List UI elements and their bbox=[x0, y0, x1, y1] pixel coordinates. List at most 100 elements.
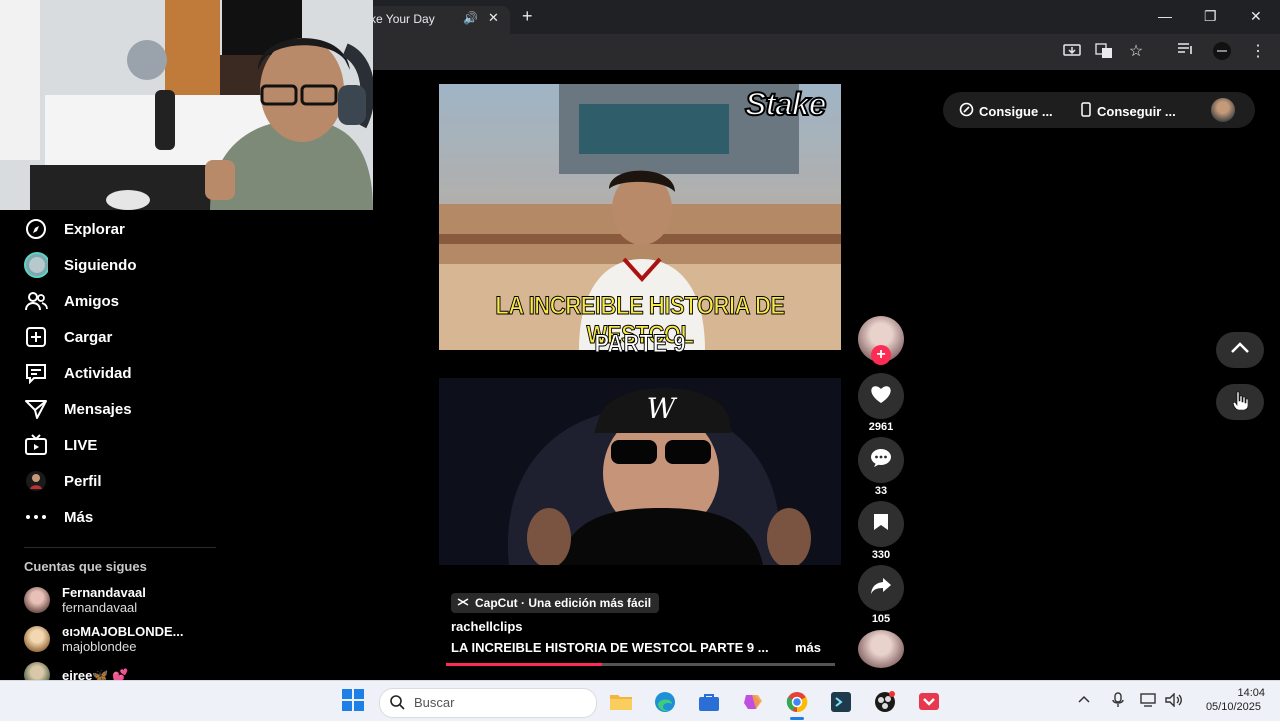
sidebar-divider bbox=[24, 547, 216, 548]
following-avatar-icon bbox=[24, 252, 48, 278]
minimize-button[interactable]: — bbox=[1158, 8, 1172, 24]
progress-fill bbox=[446, 663, 602, 666]
windows-taskbar: Buscar 14:04 05/10/2025 bbox=[0, 680, 1280, 721]
save-button[interactable] bbox=[858, 501, 904, 547]
microphone-icon[interactable] bbox=[1112, 692, 1124, 713]
heart-icon bbox=[870, 384, 892, 409]
share-button[interactable] bbox=[858, 565, 904, 611]
phone-icon bbox=[1081, 102, 1091, 120]
account-handle: majoblondee bbox=[62, 639, 137, 654]
sidebar-item-label: Cargar bbox=[64, 328, 113, 346]
get-app-button[interactable]: Conseguir ... bbox=[1081, 102, 1176, 120]
comment-button[interactable] bbox=[858, 437, 904, 483]
account-name: Fernandavaal bbox=[62, 585, 146, 600]
system-tray-chevron-icon[interactable] bbox=[1078, 691, 1090, 706]
more-dots-icon bbox=[24, 505, 48, 529]
svg-text:W: W bbox=[647, 392, 678, 425]
account-item[interactable]: Fernandavaal fernandavaal bbox=[24, 585, 146, 615]
live-icon bbox=[24, 433, 48, 457]
kebab-menu-icon[interactable]: ⋮ bbox=[1248, 41, 1268, 60]
sidebar-item-explorar[interactable]: Explorar bbox=[24, 214, 224, 244]
volume-icon[interactable] bbox=[1165, 692, 1183, 712]
more-link[interactable]: más bbox=[795, 640, 821, 655]
music-disc-avatar[interactable] bbox=[858, 630, 904, 668]
install-app-icon[interactable] bbox=[1062, 43, 1082, 59]
coin-icon bbox=[959, 102, 974, 120]
speaker-icon[interactable]: 🔊 bbox=[463, 11, 478, 25]
obs-icon[interactable] bbox=[872, 689, 898, 715]
windows-start-button[interactable] bbox=[340, 688, 366, 715]
translate-icon[interactable] bbox=[1094, 43, 1114, 59]
video-title-line2: PARTE 9 bbox=[594, 330, 686, 359]
chrome-icon[interactable] bbox=[784, 689, 810, 715]
bookmark-star-icon[interactable]: ☆ bbox=[1126, 41, 1146, 60]
sidebar-item-perfil[interactable]: Perfil bbox=[24, 466, 224, 496]
sidebar-item-label: Explorar bbox=[64, 220, 125, 238]
like-count: 2961 bbox=[868, 421, 894, 433]
tab-close-icon[interactable]: ✕ bbox=[488, 10, 499, 26]
activity-icon bbox=[24, 361, 48, 385]
profile-avatar-icon bbox=[24, 469, 48, 493]
get-coins-button[interactable]: Consigue ... bbox=[959, 102, 1053, 120]
clock-date[interactable]: 05/10/2025 bbox=[1195, 701, 1261, 713]
user-avatar[interactable] bbox=[1211, 98, 1235, 122]
comment-count: 33 bbox=[874, 485, 888, 497]
sidebar-item-label: Perfil bbox=[64, 472, 102, 490]
close-window-button[interactable]: ✕ bbox=[1250, 8, 1262, 25]
sidebar-item-label: LIVE bbox=[64, 436, 98, 454]
progress-track[interactable] bbox=[446, 663, 835, 666]
browser-tab[interactable]: ke Your Day 🔊 ✕ bbox=[360, 6, 510, 34]
search-placeholder: Buscar bbox=[414, 695, 455, 710]
edge-browser-icon[interactable] bbox=[652, 689, 678, 715]
share-count: 105 bbox=[871, 613, 891, 625]
capcut-icon bbox=[457, 596, 469, 610]
tab-title: ke Your Day bbox=[370, 12, 435, 26]
hand-cursor-icon bbox=[1232, 390, 1249, 415]
clock-time[interactable]: 14:04 bbox=[1195, 687, 1265, 699]
video-description: LA INCREIBLE HISTORIA DE WESTCOL PARTE 9… bbox=[451, 640, 769, 655]
profile-icon[interactable] bbox=[1212, 41, 1232, 60]
previous-video-button[interactable] bbox=[1216, 332, 1264, 368]
avatar bbox=[24, 587, 50, 613]
sidebar-item-actividad[interactable]: Actividad bbox=[24, 358, 224, 388]
upload-icon bbox=[24, 325, 48, 349]
get-app-label: Conseguir ... bbox=[1097, 103, 1176, 119]
new-tab-button[interactable]: + bbox=[522, 6, 533, 27]
sidebar-item-live[interactable]: LIVE bbox=[24, 430, 224, 460]
avatar bbox=[24, 626, 50, 652]
sidebar-item-siguiendo[interactable]: Siguiendo bbox=[24, 250, 224, 280]
follow-button[interactable]: + bbox=[871, 345, 891, 365]
top-actions-bar: Consigue ... Conseguir ... bbox=[943, 92, 1255, 128]
video-frame-bottom[interactable]: W bbox=[439, 378, 841, 565]
sidebar-item-amigos[interactable]: Amigos bbox=[24, 286, 224, 316]
sidebar-item-label: Amigos bbox=[64, 292, 120, 310]
pocket-app-icon[interactable] bbox=[916, 689, 942, 715]
sidebar-item-cargar[interactable]: Cargar bbox=[24, 322, 224, 352]
terminal-app-icon[interactable] bbox=[828, 689, 854, 715]
account-item[interactable]: ɞıɔMAJOBLONDE... majoblondee bbox=[24, 624, 184, 654]
like-button[interactable] bbox=[858, 373, 904, 419]
taskbar-search[interactable]: Buscar bbox=[379, 688, 597, 718]
sidebar-item-mas[interactable]: Más bbox=[24, 502, 224, 532]
account-name: ɞıɔMAJOBLONDE... bbox=[62, 624, 184, 639]
copilot-icon[interactable] bbox=[740, 689, 766, 715]
capcut-tag[interactable]: CapCut · Una edición más fácil bbox=[451, 593, 660, 613]
bookmark-icon bbox=[873, 513, 889, 536]
search-icon bbox=[390, 695, 405, 715]
sidebar-item-label: Siguiendo bbox=[64, 256, 137, 274]
video-author[interactable]: rachellclips bbox=[451, 619, 523, 634]
sidebar-item-mensajes[interactable]: Mensajes bbox=[24, 394, 224, 424]
sidebar-item-label: Actividad bbox=[64, 364, 132, 382]
compass-icon bbox=[24, 217, 48, 241]
file-explorer-icon[interactable] bbox=[608, 689, 634, 715]
media-control-icon[interactable] bbox=[1176, 42, 1196, 58]
network-icon[interactable] bbox=[1140, 693, 1158, 712]
chevron-up-icon bbox=[1230, 341, 1250, 359]
comment-icon bbox=[870, 448, 892, 473]
microsoft-store-icon[interactable] bbox=[696, 689, 722, 715]
restore-button[interactable]: ❐ bbox=[1204, 8, 1217, 25]
sidebar-item-label: Más bbox=[64, 508, 94, 526]
next-video-button[interactable] bbox=[1216, 384, 1264, 420]
stake-logo: Stake bbox=[744, 85, 827, 123]
webcam-overlay bbox=[0, 0, 373, 210]
